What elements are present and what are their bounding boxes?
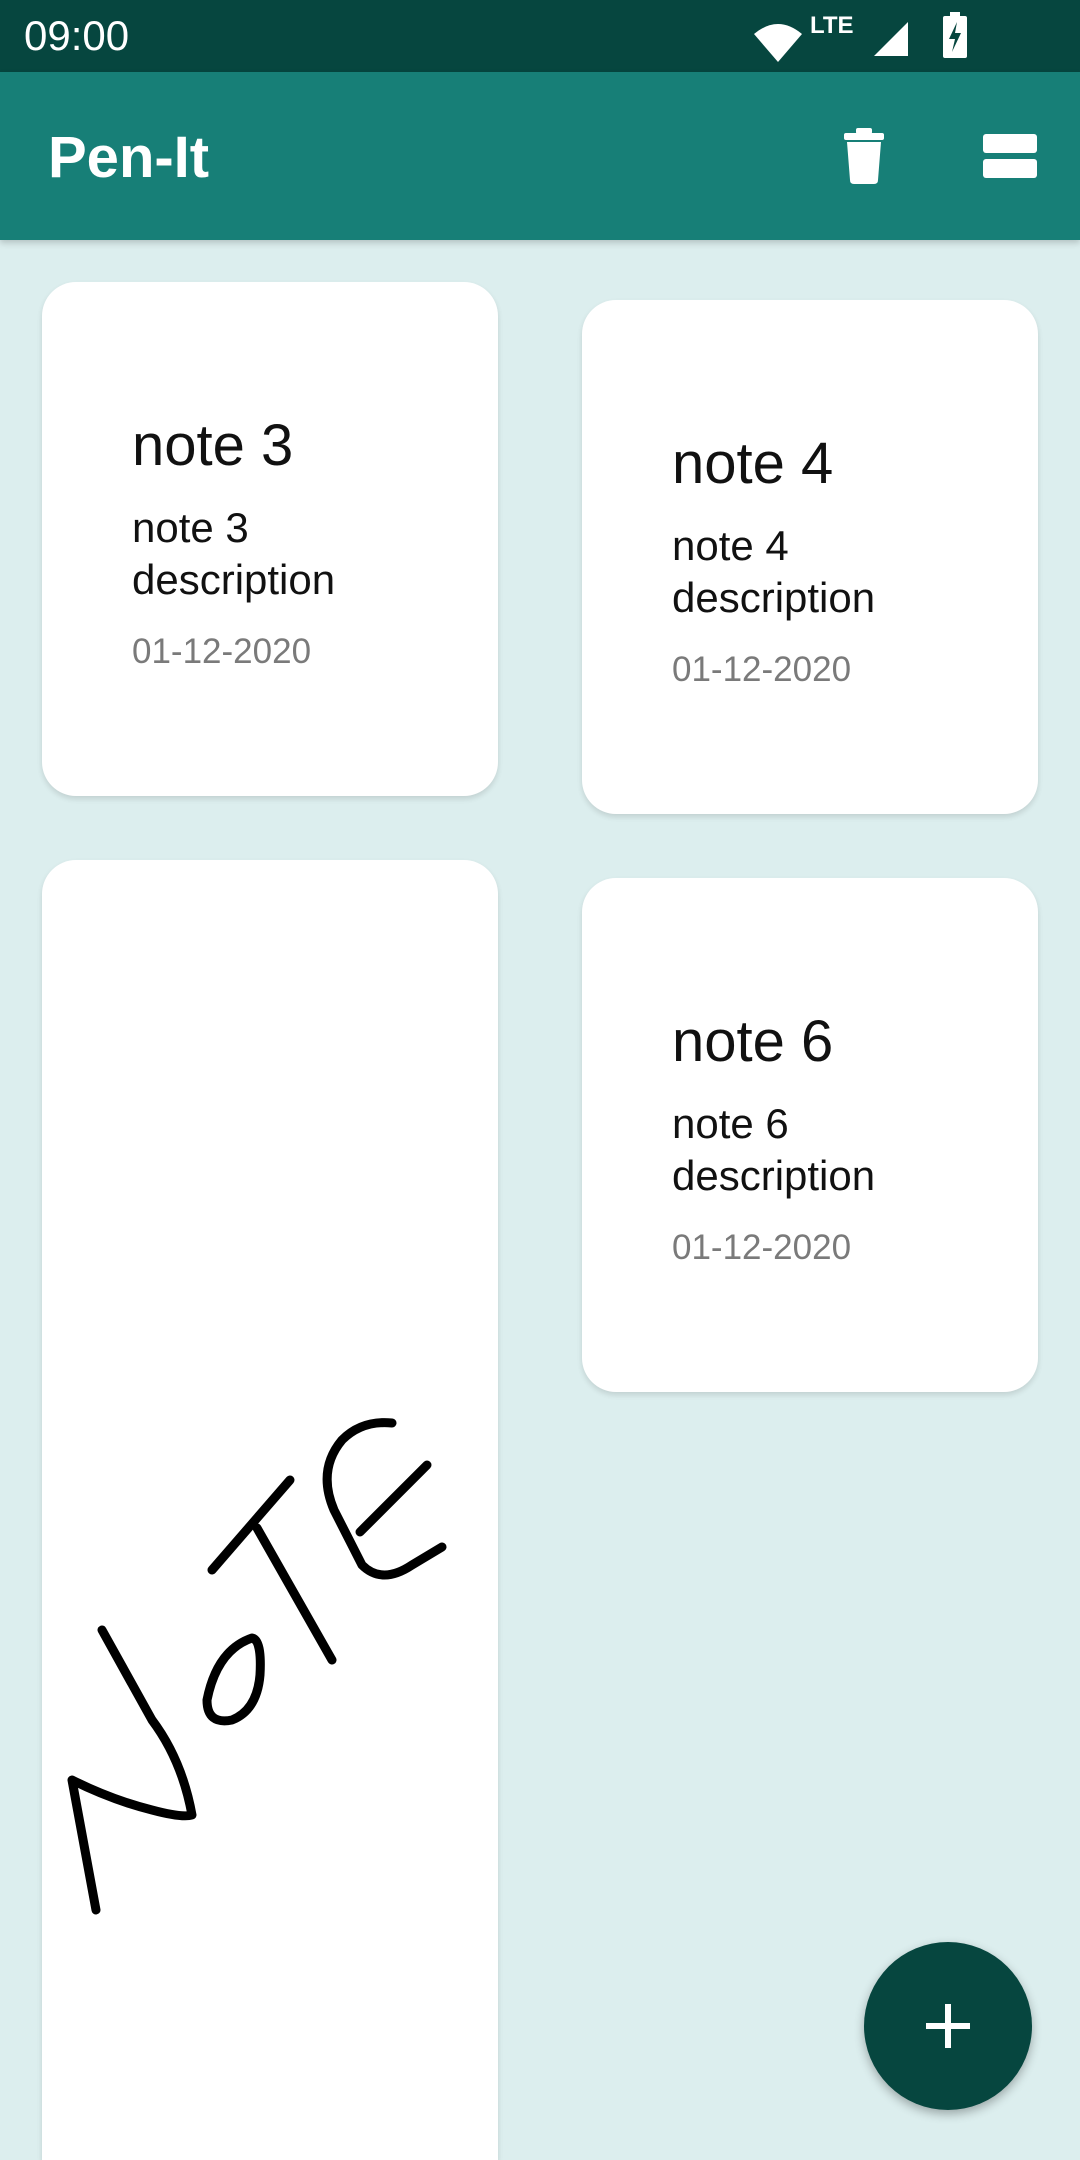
drawing-note-card[interactable] xyxy=(42,860,498,2160)
delete-all-button[interactable] xyxy=(828,120,900,192)
note-date: 01-12-2020 xyxy=(132,632,312,671)
note-card[interactable]: note 6 note 6 description 01-12-2020 xyxy=(582,878,1038,1392)
add-note-button[interactable] xyxy=(864,1942,1032,2110)
view-agenda-icon xyxy=(983,134,1037,178)
battery-charging-icon xyxy=(943,12,967,58)
note-title: note 6 xyxy=(672,1009,834,1074)
status-bar: 09:00 LTE xyxy=(0,0,1080,72)
note-description: note 6 description xyxy=(672,1100,876,1199)
note-title: note 3 xyxy=(132,413,294,478)
cell-signal-icon xyxy=(874,22,908,56)
trash-icon xyxy=(844,128,884,184)
status-time: 09:00 xyxy=(24,12,130,59)
plus-icon xyxy=(926,2004,970,2048)
note-card[interactable]: note 3 note 3 description 01-12-2020 xyxy=(42,282,498,796)
note-date: 01-12-2020 xyxy=(672,1228,852,1267)
network-type-label: LTE xyxy=(810,12,854,39)
handwritten-note-drawing xyxy=(67,1418,447,1915)
layout-toggle-button[interactable] xyxy=(974,120,1046,192)
note-description: note 4 description xyxy=(672,522,876,621)
app-title: Pen-It xyxy=(48,125,210,190)
app-bar: Pen-It xyxy=(0,72,1080,240)
note-description: note 3 description xyxy=(132,504,336,603)
wifi-icon xyxy=(754,24,802,62)
note-title: note 4 xyxy=(672,431,834,496)
note-card[interactable]: note 4 note 4 description 01-12-2020 xyxy=(582,300,1038,814)
note-date: 01-12-2020 xyxy=(672,650,852,689)
